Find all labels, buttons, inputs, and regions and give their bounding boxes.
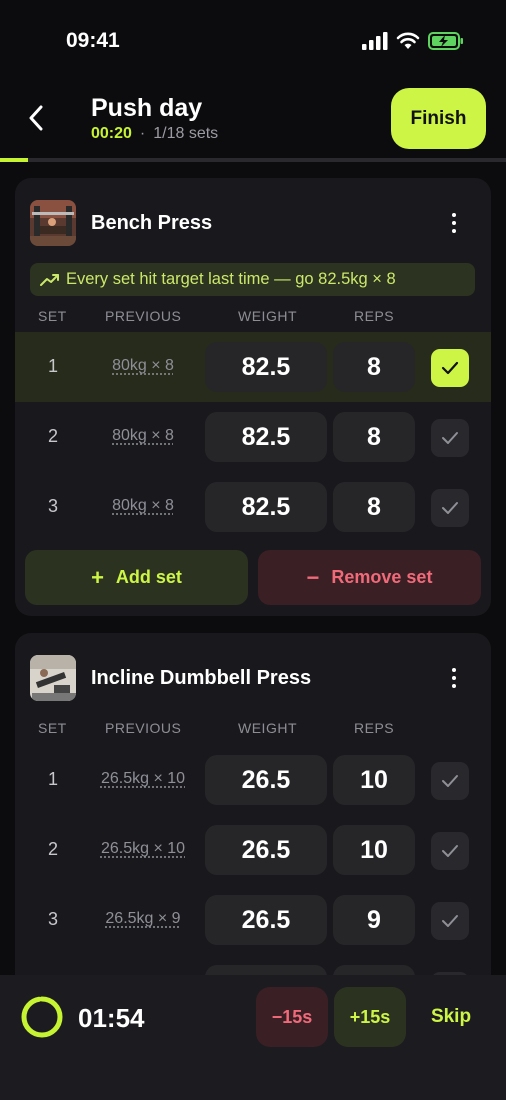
exercise-list[interactable]: Bench Press Every set hit target last ti…	[0, 162, 506, 975]
add-set-button[interactable]: + Add set	[25, 550, 248, 605]
set-row: 3 80kg × 8 82.5 8	[15, 472, 491, 542]
exercise-more-button[interactable]	[439, 663, 469, 693]
add-set-label: Add set	[115, 567, 182, 587]
col-set: SET	[38, 720, 67, 736]
col-weight: WEIGHT	[238, 308, 297, 324]
rest-time: 01:54	[78, 1003, 145, 1033]
set-complete-checkbox[interactable]	[431, 832, 469, 870]
set-row: 2 26.5kg × 10 26.5 10	[15, 815, 491, 885]
status-time: 09:41	[66, 29, 120, 52]
previous-value[interactable]: 80kg × 8	[87, 497, 199, 515]
weight-input[interactable]: 82.5	[205, 342, 327, 392]
set-row: 1 26.5kg × 10 26.5 10	[15, 745, 491, 815]
exercise-card: Bench Press Every set hit target last ti…	[15, 178, 491, 616]
set-number: 3	[47, 909, 58, 929]
wifi-icon	[396, 32, 420, 49]
progression-hint: Every set hit target last time — go 82.5…	[30, 263, 475, 296]
exercise-name: Incline Dumbbell Press	[91, 667, 312, 689]
weight-input[interactable]: 82.5	[205, 482, 327, 532]
set-row: 3 26.5kg × 9 26.5 9	[15, 885, 491, 955]
status-icons	[362, 30, 464, 52]
set-table-header: SET PREVIOUS WEIGHT REPS	[15, 308, 491, 328]
rest-timer-bar: 01:54 −15s +15s Skip	[0, 975, 506, 1100]
set-number: 3	[47, 496, 58, 516]
reps-input[interactable]: 8	[333, 342, 415, 392]
finish-button[interactable]: Finish	[391, 88, 486, 149]
plus-15s-button[interactable]: +15s	[334, 987, 406, 1047]
sets-progress: 1/18 sets	[153, 125, 219, 142]
check-icon	[442, 845, 458, 857]
col-previous: PREVIOUS	[105, 720, 182, 736]
set-row: 1 80kg × 8 82.5 8	[15, 332, 491, 402]
weight-input[interactable]: 26.5	[205, 755, 327, 805]
exercise-name: Bench Press	[91, 212, 213, 234]
remove-set-label: Remove set	[331, 567, 433, 587]
set-complete-checkbox[interactable]	[431, 489, 469, 527]
check-icon	[442, 915, 458, 927]
col-reps: REPS	[354, 308, 395, 324]
signal-icon	[362, 32, 388, 50]
reps-input[interactable]: 8	[333, 412, 415, 462]
hint-text: Every set hit target last time — go 82.5…	[66, 270, 396, 288]
col-weight: WEIGHT	[238, 720, 297, 736]
previous-value[interactable]: 80kg × 8	[87, 357, 199, 375]
exercise-more-button[interactable]	[439, 208, 469, 238]
previous-value[interactable]: 80kg × 8	[87, 427, 199, 445]
previous-value[interactable]: 26.5kg × 10	[87, 840, 199, 858]
set-table-header: SET PREVIOUS WEIGHT REPS	[15, 720, 491, 740]
col-set: SET	[38, 308, 67, 324]
exercise-card: Incline Dumbbell Press SET PREVIOUS WEIG…	[15, 633, 491, 975]
reps-input[interactable]: 8	[333, 482, 415, 532]
page-title: Push day	[91, 94, 203, 122]
col-reps: REPS	[354, 720, 395, 736]
plus-icon: +	[91, 564, 104, 590]
check-icon	[442, 432, 458, 444]
set-complete-checkbox[interactable]	[431, 762, 469, 800]
reps-input[interactable]	[333, 965, 415, 975]
check-icon	[442, 775, 458, 787]
status-bar: 09:41	[0, 0, 506, 80]
remove-set-button[interactable]: − Remove set	[258, 550, 481, 605]
rest-timer-ring	[21, 996, 63, 1038]
weight-input[interactable]	[205, 965, 327, 975]
set-row: 2 80kg × 8 82.5 8	[15, 402, 491, 472]
check-icon	[441, 361, 459, 375]
trending-up-icon	[40, 273, 59, 286]
reps-input[interactable]: 10	[333, 825, 415, 875]
skip-rest-button[interactable]: Skip	[420, 987, 482, 1047]
minus-icon: −	[306, 564, 320, 590]
weight-input[interactable]: 26.5	[205, 895, 327, 945]
elapsed-time: 00:20	[91, 125, 132, 142]
col-previous: PREVIOUS	[105, 308, 182, 324]
reps-input[interactable]: 10	[333, 755, 415, 805]
set-number: 2	[47, 426, 58, 446]
reps-input[interactable]: 9	[333, 895, 415, 945]
check-icon	[442, 502, 458, 514]
previous-value[interactable]: 26.5kg × 9	[87, 910, 199, 928]
exercise-thumbnail	[30, 200, 76, 246]
set-complete-checkbox[interactable]	[431, 419, 469, 457]
weight-input[interactable]: 82.5	[205, 412, 327, 462]
workout-subline: 00:20 · 1/18 sets	[91, 125, 218, 143]
set-complete-checkbox[interactable]	[431, 902, 469, 940]
previous-value[interactable]: 26.5kg × 10	[87, 770, 199, 788]
minus-15s-button[interactable]: −15s	[256, 987, 328, 1047]
set-number: 1	[47, 769, 58, 789]
workout-header: Push day 00:20 · 1/18 sets Finish	[0, 80, 506, 158]
set-number: 2	[47, 839, 58, 859]
exercise-thumbnail	[30, 655, 76, 701]
separator-dot: ·	[139, 125, 146, 142]
chevron-left-icon	[29, 105, 43, 131]
set-number: 1	[47, 356, 58, 376]
weight-input[interactable]: 26.5	[205, 825, 327, 875]
set-complete-checkbox[interactable]	[431, 349, 469, 387]
set-row-partial	[15, 955, 491, 975]
battery-icon	[428, 32, 463, 50]
back-button[interactable]	[20, 100, 52, 136]
